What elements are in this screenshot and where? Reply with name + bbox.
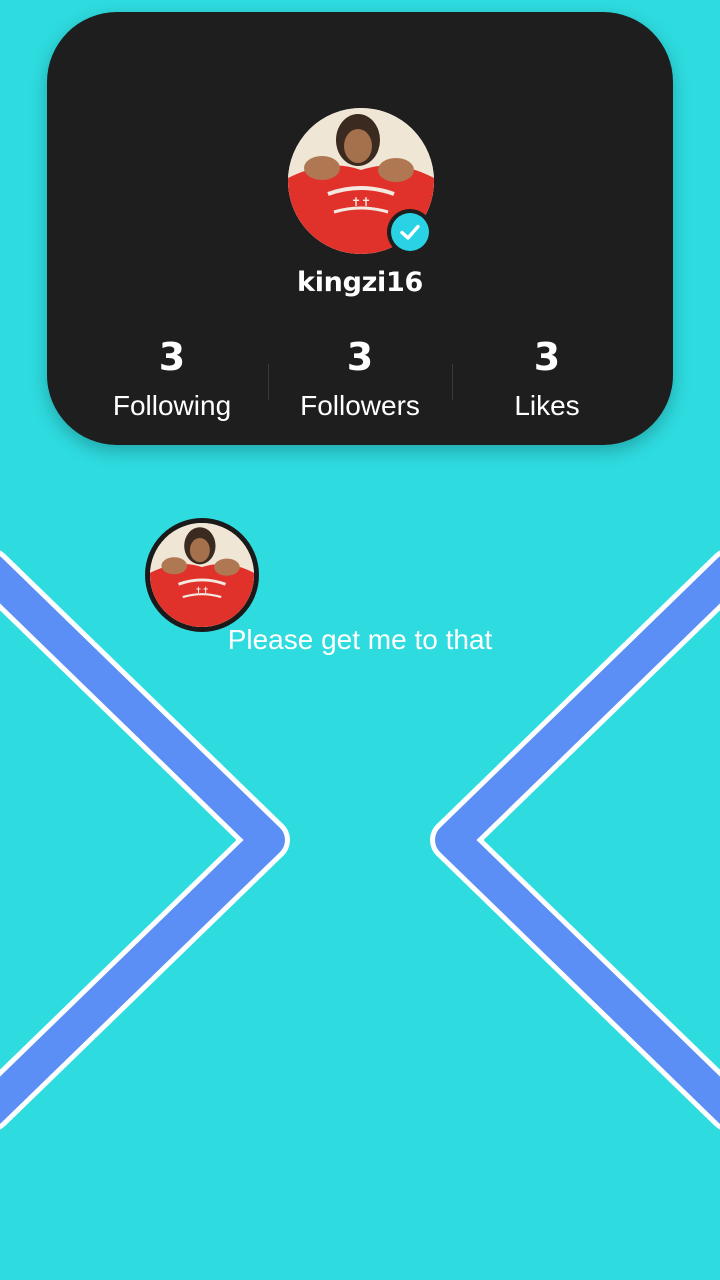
profile-username[interactable]: kingzi16 xyxy=(47,267,673,298)
profile-photo-icon: ✝✝ xyxy=(150,523,254,627)
profile-card: ✝✝ kingzi16 3 Following 3 Followers 3 Li… xyxy=(47,12,673,445)
svg-text:✝✝: ✝✝ xyxy=(195,586,209,596)
comment-avatar[interactable]: ✝✝ xyxy=(145,518,259,632)
comment-avatar-photo: ✝✝ xyxy=(150,523,254,627)
stat-likes[interactable]: 3 Likes xyxy=(457,330,637,426)
profile-stats: 3 Following 3 Followers 3 Likes xyxy=(47,330,673,421)
verified-checkmark-icon xyxy=(391,213,429,251)
likes-count: 3 xyxy=(533,335,561,379)
following-label: Following xyxy=(112,390,232,421)
likes-label: Likes xyxy=(514,390,580,421)
comment-text: Please get me to that xyxy=(227,624,493,655)
following-count: 3 xyxy=(158,335,186,379)
stat-divider xyxy=(452,364,453,400)
stat-divider xyxy=(268,364,269,400)
stat-following[interactable]: 3 Following xyxy=(82,330,262,426)
stat-followers[interactable]: 3 Followers xyxy=(270,330,450,426)
verified-badge xyxy=(387,209,433,255)
followers-label: Followers xyxy=(300,390,420,421)
svg-text:✝✝: ✝✝ xyxy=(351,195,371,209)
followers-count: 3 xyxy=(346,335,374,379)
profile-avatar-wrap[interactable]: ✝✝ xyxy=(288,108,434,255)
